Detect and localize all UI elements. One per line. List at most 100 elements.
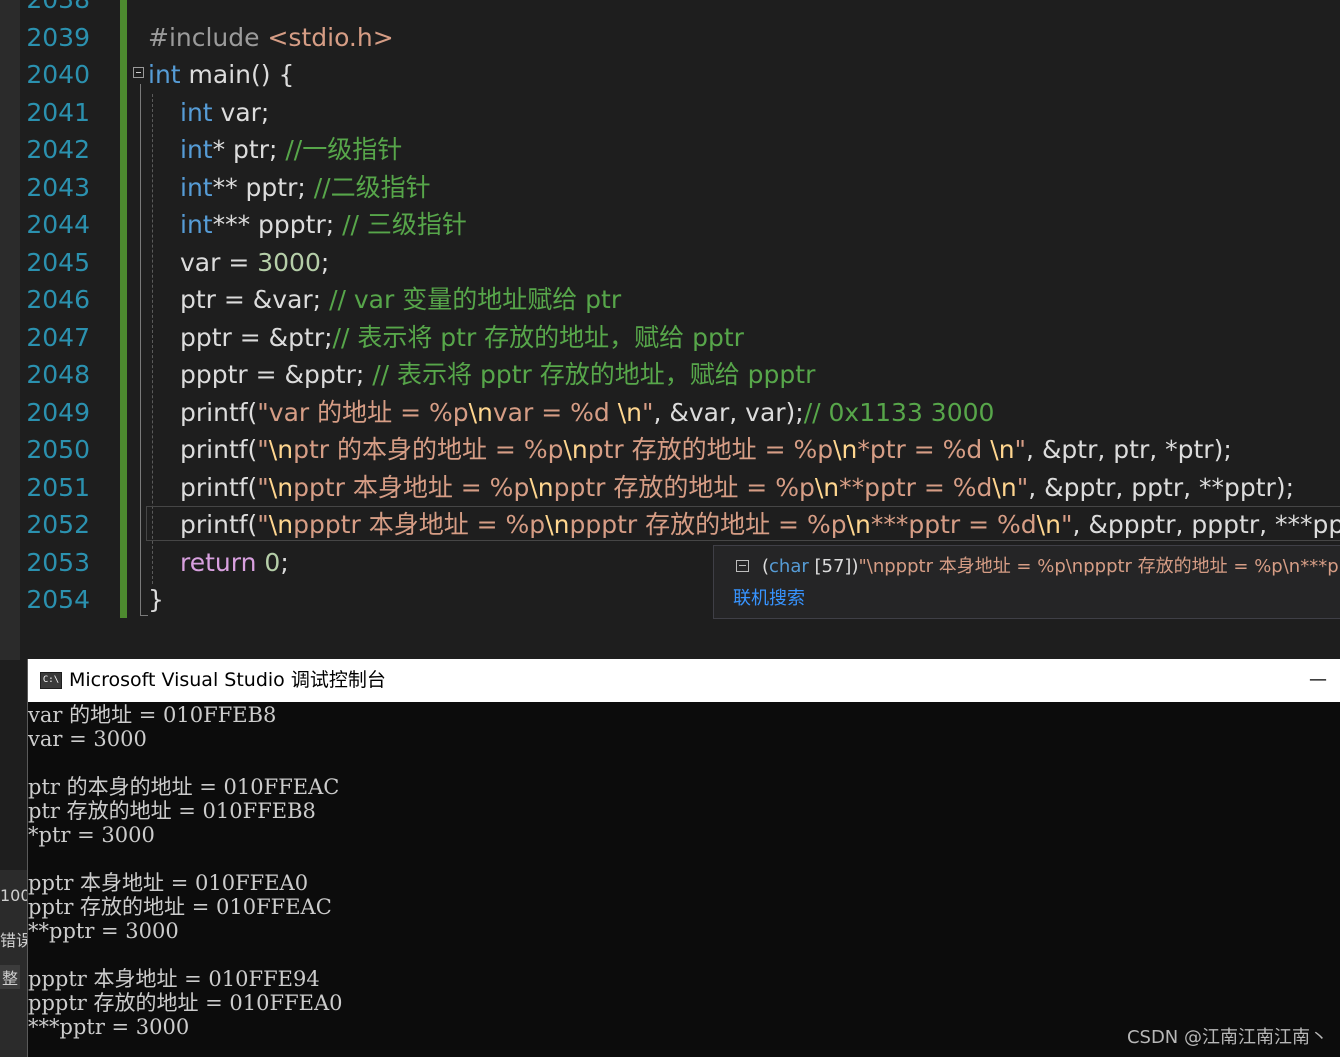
code-token: pptr = &ptr; — [180, 322, 333, 352]
code-token: " — [257, 510, 269, 539]
code-line[interactable]: 2042 int* ptr; //一级指针 — [0, 131, 1340, 168]
code-token: ppptr = &pptr; — [180, 360, 373, 389]
code-token: ptr 的本身的地址 = %p — [293, 435, 564, 464]
code-text: ptr = &var; // var 变量的地址赋给 ptr — [180, 281, 621, 318]
side-fragment-3[interactable]: 整 — [0, 965, 21, 989]
code-token: " — [1014, 435, 1027, 464]
code-token: } — [148, 585, 164, 614]
watermark: CSDN @江南江南江南丶 — [1126, 1027, 1328, 1048]
code-text: #include <stdio.h> — [148, 19, 394, 56]
code-token: printf( — [180, 472, 258, 502]
code-token: *** ppptr; — [212, 210, 343, 239]
code-token: , &ptr, ptr, *ptr); — [1026, 435, 1232, 464]
code-token: pptr 本身地址 = %p — [293, 472, 530, 502]
code-text: } — [148, 581, 164, 618]
line-number: 2051 — [26, 472, 90, 502]
code-text: int*** ppptr; // 三级指针 — [180, 206, 467, 243]
online-search-link[interactable]: 联机搜索 — [733, 586, 805, 612]
code-token: ppptr 本身地址 = %p — [293, 510, 546, 539]
code-token: // 三级指针 — [342, 210, 467, 239]
code-line[interactable]: 2050 printf("\nptr 的本身的地址 = %p\nptr 存放的地址… — [0, 431, 1340, 468]
code-token: pptr 存放的地址 = %p — [553, 472, 815, 502]
code-token: , &ppptr, ppptr, ***ppptr); — [1072, 510, 1340, 539]
code-line[interactable]: 2041 int var; — [0, 94, 1340, 131]
console-line: var = 3000 — [28, 727, 147, 751]
code-token: ; — [320, 247, 330, 277]
line-number: 2039 — [26, 22, 90, 52]
line-number: 2054 — [26, 585, 90, 614]
console-titlebar[interactable]: C:\ Microsoft Visual Studio 调试控制台 — — [28, 659, 1340, 702]
code-text: pptr = &ptr;// 表示将 ptr 存放的地址，赋给 pptr — [180, 319, 744, 356]
console-line: *ptr = 3000 — [28, 823, 155, 847]
line-number: 2047 — [26, 322, 90, 352]
line-number: 2046 — [26, 285, 90, 314]
line-number: 2041 — [26, 97, 90, 127]
code-token: var; — [212, 97, 270, 127]
debug-console-window[interactable]: C:\ Microsoft Visual Studio 调试控制台 — var … — [27, 659, 1340, 1057]
code-token: \n — [846, 510, 871, 539]
code-token: ptr = &var; — [180, 285, 330, 314]
code-token: var = — [180, 247, 258, 277]
code-line[interactable]: 2038 — [0, 0, 1340, 18]
code-token: int — [180, 210, 213, 239]
code-line[interactable]: 2039 #include <stdio.h> — [0, 19, 1340, 56]
line-number: 2048 — [26, 360, 90, 389]
code-token: \n — [1036, 510, 1061, 539]
code-token: ** pptr; — [212, 172, 314, 202]
side-fragment-1: 100 — [0, 886, 31, 905]
code-line[interactable]: 2043 int** pptr; //二级指针 — [0, 169, 1340, 206]
code-token: \n — [617, 397, 642, 427]
line-number: 2052 — [26, 510, 90, 539]
code-token: \n — [268, 510, 294, 539]
code-text: printf("\nptr 的本身的地址 = %p\nptr 存放的地址 = %… — [180, 431, 1232, 468]
code-editor[interactable]: 2038 2039 #include <stdio.h> 2040 int main()… — [0, 0, 1340, 660]
line-number: 2045 — [26, 247, 90, 277]
code-text: ppptr = &pptr; // 表示将 pptr 存放的地址，赋给 pppt… — [180, 356, 815, 393]
code-token: // var 变量的地址赋给 ptr — [329, 285, 622, 314]
code-text: int* ptr; //一级指针 — [180, 131, 402, 168]
code-line[interactable]: 2045 var = 3000; — [0, 244, 1340, 281]
line-number: 2053 — [26, 547, 90, 577]
console-output: var 的地址 = 010FFEB8 var = 3000 ptr 的本身的地址 =… — [28, 703, 1340, 1057]
code-token: \n — [468, 397, 493, 427]
code-token: \n — [814, 472, 840, 502]
console-line: **pptr = 3000 — [28, 919, 179, 943]
line-number: 2042 — [26, 135, 90, 164]
code-line[interactable]: 2047 pptr = &ptr;// 表示将 ptr 存放的地址，赋给 pptr — [0, 319, 1340, 356]
code-line[interactable]: 2048 ppptr = &pptr; // 表示将 pptr 存放的地址，赋给 … — [0, 356, 1340, 393]
code-text: int** pptr; //二级指针 — [180, 169, 431, 206]
code-token: 3000 — [257, 247, 321, 277]
code-line[interactable]: 2046 ptr = &var; // var 变量的地址赋给 ptr — [0, 281, 1340, 318]
code-token: // 0x1133 3000 — [803, 397, 995, 427]
line-number: 2040 — [26, 60, 90, 89]
code-line[interactable]: 2049 printf("var 的地址 = %p\nvar = %d \n", … — [0, 394, 1340, 431]
code-token: main() { — [180, 60, 295, 89]
code-token: " — [1016, 472, 1029, 502]
code-text: var = 3000; — [180, 244, 329, 281]
code-text: return 0; — [180, 544, 289, 581]
code-line[interactable]: 2040 int main() { — [0, 56, 1340, 93]
code-token: , &pptr, pptr, **pptr); — [1028, 472, 1294, 502]
console-line: ptr 存放的地址 = 010FFEB8 — [28, 799, 316, 823]
code-line[interactable]: 2052 printf("\nppptr 本身地址 = %p\nppptr 存放的… — [0, 506, 1340, 543]
line-number: 2043 — [26, 172, 90, 202]
code-token: , &var, var); — [653, 397, 804, 427]
console-line: ptr 的本身的地址 = 010FFEAC — [28, 775, 340, 799]
code-token: * ptr; — [212, 135, 286, 164]
code-token: ***pptr = %d — [870, 510, 1037, 539]
code-token: " — [1060, 510, 1073, 539]
code-token: var = %d — [492, 397, 618, 427]
quickinfo-tooltip: (char [57])"\nppptr 本身地址 = %p\nppptr 存放的… — [713, 545, 1340, 619]
code-token: <stdio.h> — [267, 22, 394, 52]
minimize-button[interactable]: — — [1303, 667, 1333, 693]
code-token: int — [180, 172, 213, 202]
expand-icon[interactable] — [736, 560, 749, 572]
code-text: printf("var 的地址 = %p\nvar = %d \n", &var… — [180, 394, 994, 431]
code-token: ; — [280, 547, 289, 577]
code-line[interactable]: 2051 printf("\npptr 本身地址 = %p\npptr 存放的地址… — [0, 469, 1340, 506]
code-token: \n — [545, 510, 570, 539]
code-token: \n — [529, 472, 554, 502]
code-line[interactable]: 2044 int*** ppptr; // 三级指针 — [0, 206, 1340, 243]
code-text: int var; — [180, 94, 269, 131]
